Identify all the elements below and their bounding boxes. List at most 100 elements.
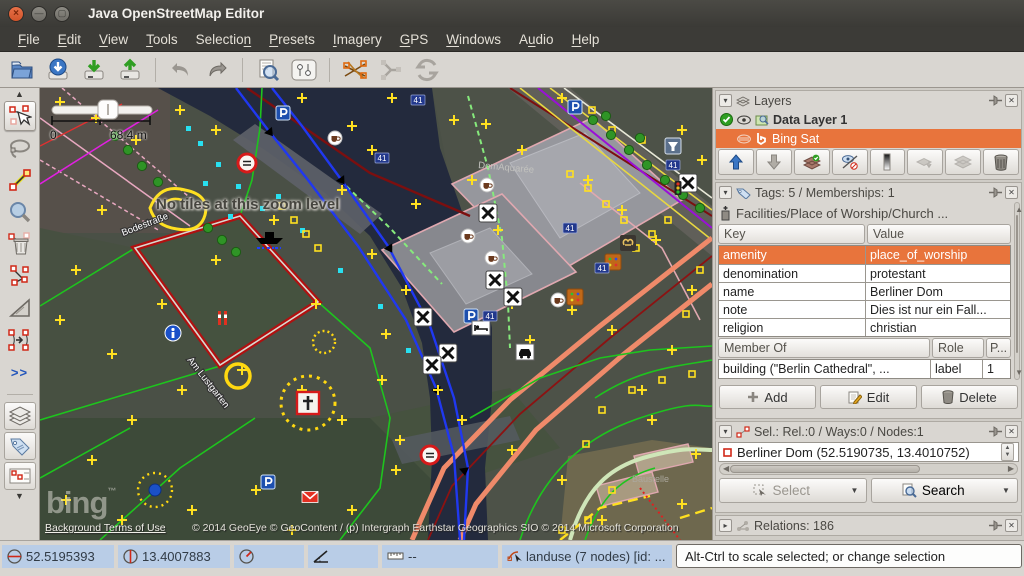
select-dropdown-arrow[interactable]: ▼: [844, 479, 866, 502]
layer-opacity-button[interactable]: [870, 149, 906, 175]
select-button[interactable]: Select ▼: [719, 478, 867, 503]
value-column-header[interactable]: Value: [867, 224, 1011, 244]
menu-windows[interactable]: Windows: [438, 30, 509, 49]
selection-list-spinner[interactable]: ▲▼: [1001, 443, 1014, 461]
tag-table: amenityplace_of_worship denominationprot…: [718, 245, 1011, 337]
lasso-tool[interactable]: [4, 133, 36, 163]
membership-row[interactable]: building ("Berlin Cathedral", ... label …: [719, 360, 1010, 378]
selection-panel-toggle[interactable]: [4, 462, 36, 490]
layer-visibility-button[interactable]: [832, 149, 868, 175]
add-tag-button[interactable]: Add: [719, 385, 816, 409]
sidebar-collapse-arrow[interactable]: ▲: [15, 90, 24, 99]
preset-row[interactable]: Facilities/Place of Worship/Church ...: [716, 202, 1013, 224]
menu-file[interactable]: File: [10, 30, 48, 49]
select-tool[interactable]: [4, 101, 36, 131]
menu-view[interactable]: View: [91, 30, 136, 49]
tags-scrollbar[interactable]: ▲ ▼: [1014, 202, 1020, 380]
pin-icon[interactable]: [988, 187, 1003, 198]
relations-panel-expand-button[interactable]: ▸: [719, 519, 732, 532]
tag-row[interactable]: nameBerliner Dom: [719, 282, 1010, 300]
update-data-button[interactable]: [411, 55, 443, 85]
data-layer-icon: [755, 114, 769, 126]
search-button[interactable]: [252, 55, 284, 85]
lasso-icon: [8, 137, 32, 159]
tag-row[interactable]: amenityplace_of_worship: [719, 246, 1010, 264]
download-button[interactable]: [42, 55, 74, 85]
pin-icon[interactable]: [988, 95, 1003, 106]
upload-button[interactable]: [114, 55, 146, 85]
layer-merge-button[interactable]: [907, 149, 943, 175]
menu-gps[interactable]: GPS: [392, 30, 437, 49]
preferences-icon: [291, 59, 317, 81]
layer-move-down-button[interactable]: [756, 149, 792, 175]
draw-nodes-tool[interactable]: [4, 165, 36, 195]
split-way-button[interactable]: [339, 55, 371, 85]
layers-panel-close-button[interactable]: ✕: [1005, 94, 1018, 107]
translucent-eye-icon[interactable]: [737, 134, 751, 144]
redo-button[interactable]: [201, 55, 233, 85]
combine-way-button[interactable]: [375, 55, 407, 85]
tags-panel-toggle[interactable]: [4, 432, 36, 460]
magnifier-icon: [8, 200, 32, 224]
pin-icon[interactable]: [988, 426, 1003, 437]
parallel-way-icon: [7, 328, 33, 352]
layer-duplicate-button[interactable]: [945, 149, 981, 175]
edit-tag-button[interactable]: Edit: [820, 385, 917, 409]
role-column-header[interactable]: Role: [932, 338, 984, 358]
menu-tools[interactable]: Tools: [138, 30, 186, 49]
select-move-icon: [8, 104, 32, 128]
undo-button[interactable]: [165, 55, 197, 85]
tags-panel-menu-button[interactable]: ▾: [719, 186, 732, 199]
map-canvas[interactable]: 41 41 41 41 41 41 Bodestraße Am Lustgart…: [40, 88, 712, 540]
delete-tag-button[interactable]: Delete: [921, 385, 1018, 409]
more-tools-button[interactable]: >>: [4, 357, 36, 387]
layer-buttons-row: [716, 148, 1021, 177]
delete-tool[interactable]: [4, 229, 36, 259]
split-way-icon: [342, 58, 368, 82]
tag-row[interactable]: noteDies ist nur ein Fall...: [719, 300, 1010, 318]
menu-imagery[interactable]: Imagery: [325, 30, 390, 49]
menu-presets[interactable]: Presets: [261, 30, 323, 49]
open-button[interactable]: [6, 55, 38, 85]
zoom-tool[interactable]: [4, 197, 36, 227]
extrude-tool[interactable]: [4, 293, 36, 323]
layers-panel-toggle[interactable]: [4, 402, 36, 430]
unglue-tool[interactable]: [4, 261, 36, 291]
layers-panel-menu-button[interactable]: ▾: [719, 94, 732, 107]
terms-of-use-link[interactable]: Background Terms of Use: [45, 522, 166, 534]
visible-eye-icon[interactable]: [737, 115, 751, 125]
window-maximize-button[interactable]: ▢: [54, 6, 70, 22]
key-column-header[interactable]: Key: [718, 224, 865, 244]
sidebar-scroll-down-arrow[interactable]: ▼: [15, 492, 24, 501]
preferences-button[interactable]: [288, 55, 320, 85]
upload-icon: [118, 58, 142, 82]
relations-panel-close-button[interactable]: ✕: [1005, 519, 1018, 532]
tag-row[interactable]: denominationprotestant: [719, 264, 1010, 282]
parallel-way-tool[interactable]: [4, 325, 36, 355]
search-dropdown-arrow[interactable]: ▼: [995, 479, 1017, 502]
menu-audio[interactable]: Audio: [511, 30, 562, 49]
layer-row-bing[interactable]: Bing Sat: [716, 129, 1021, 148]
search-button[interactable]: Search ▼: [871, 478, 1019, 503]
angle-field: [308, 545, 378, 568]
menu-edit[interactable]: Edit: [50, 30, 89, 49]
tag-row[interactable]: religionchristian: [719, 318, 1010, 336]
layer-activate-button[interactable]: [794, 149, 830, 175]
layer-delete-button[interactable]: [983, 149, 1019, 175]
save-button[interactable]: [78, 55, 110, 85]
pin-icon[interactable]: [988, 520, 1003, 531]
selection-h-scrollbar[interactable]: ◀ ▶: [719, 463, 1018, 475]
layer-row-data[interactable]: Data Layer 1: [716, 110, 1021, 129]
layer-move-up-button[interactable]: [718, 149, 754, 175]
position-column-header[interactable]: P...: [986, 338, 1011, 358]
member-of-column-header[interactable]: Member Of: [718, 338, 930, 358]
tags-panel-close-button[interactable]: ✕: [1005, 186, 1018, 199]
window-minimize-button[interactable]: —: [31, 6, 47, 22]
selection-panel-close-button[interactable]: ✕: [1005, 425, 1018, 438]
menu-help[interactable]: Help: [564, 30, 608, 49]
selection-list-item[interactable]: Berliner Dom (52.5190735, 13.4010752) ▲▼: [718, 442, 1019, 462]
membership-table: building ("Berlin Cathedral", ... label …: [718, 359, 1011, 379]
selection-panel-menu-button[interactable]: ▾: [719, 425, 732, 438]
window-close-button[interactable]: ×: [8, 6, 24, 22]
menu-selection[interactable]: Selection: [188, 30, 260, 49]
